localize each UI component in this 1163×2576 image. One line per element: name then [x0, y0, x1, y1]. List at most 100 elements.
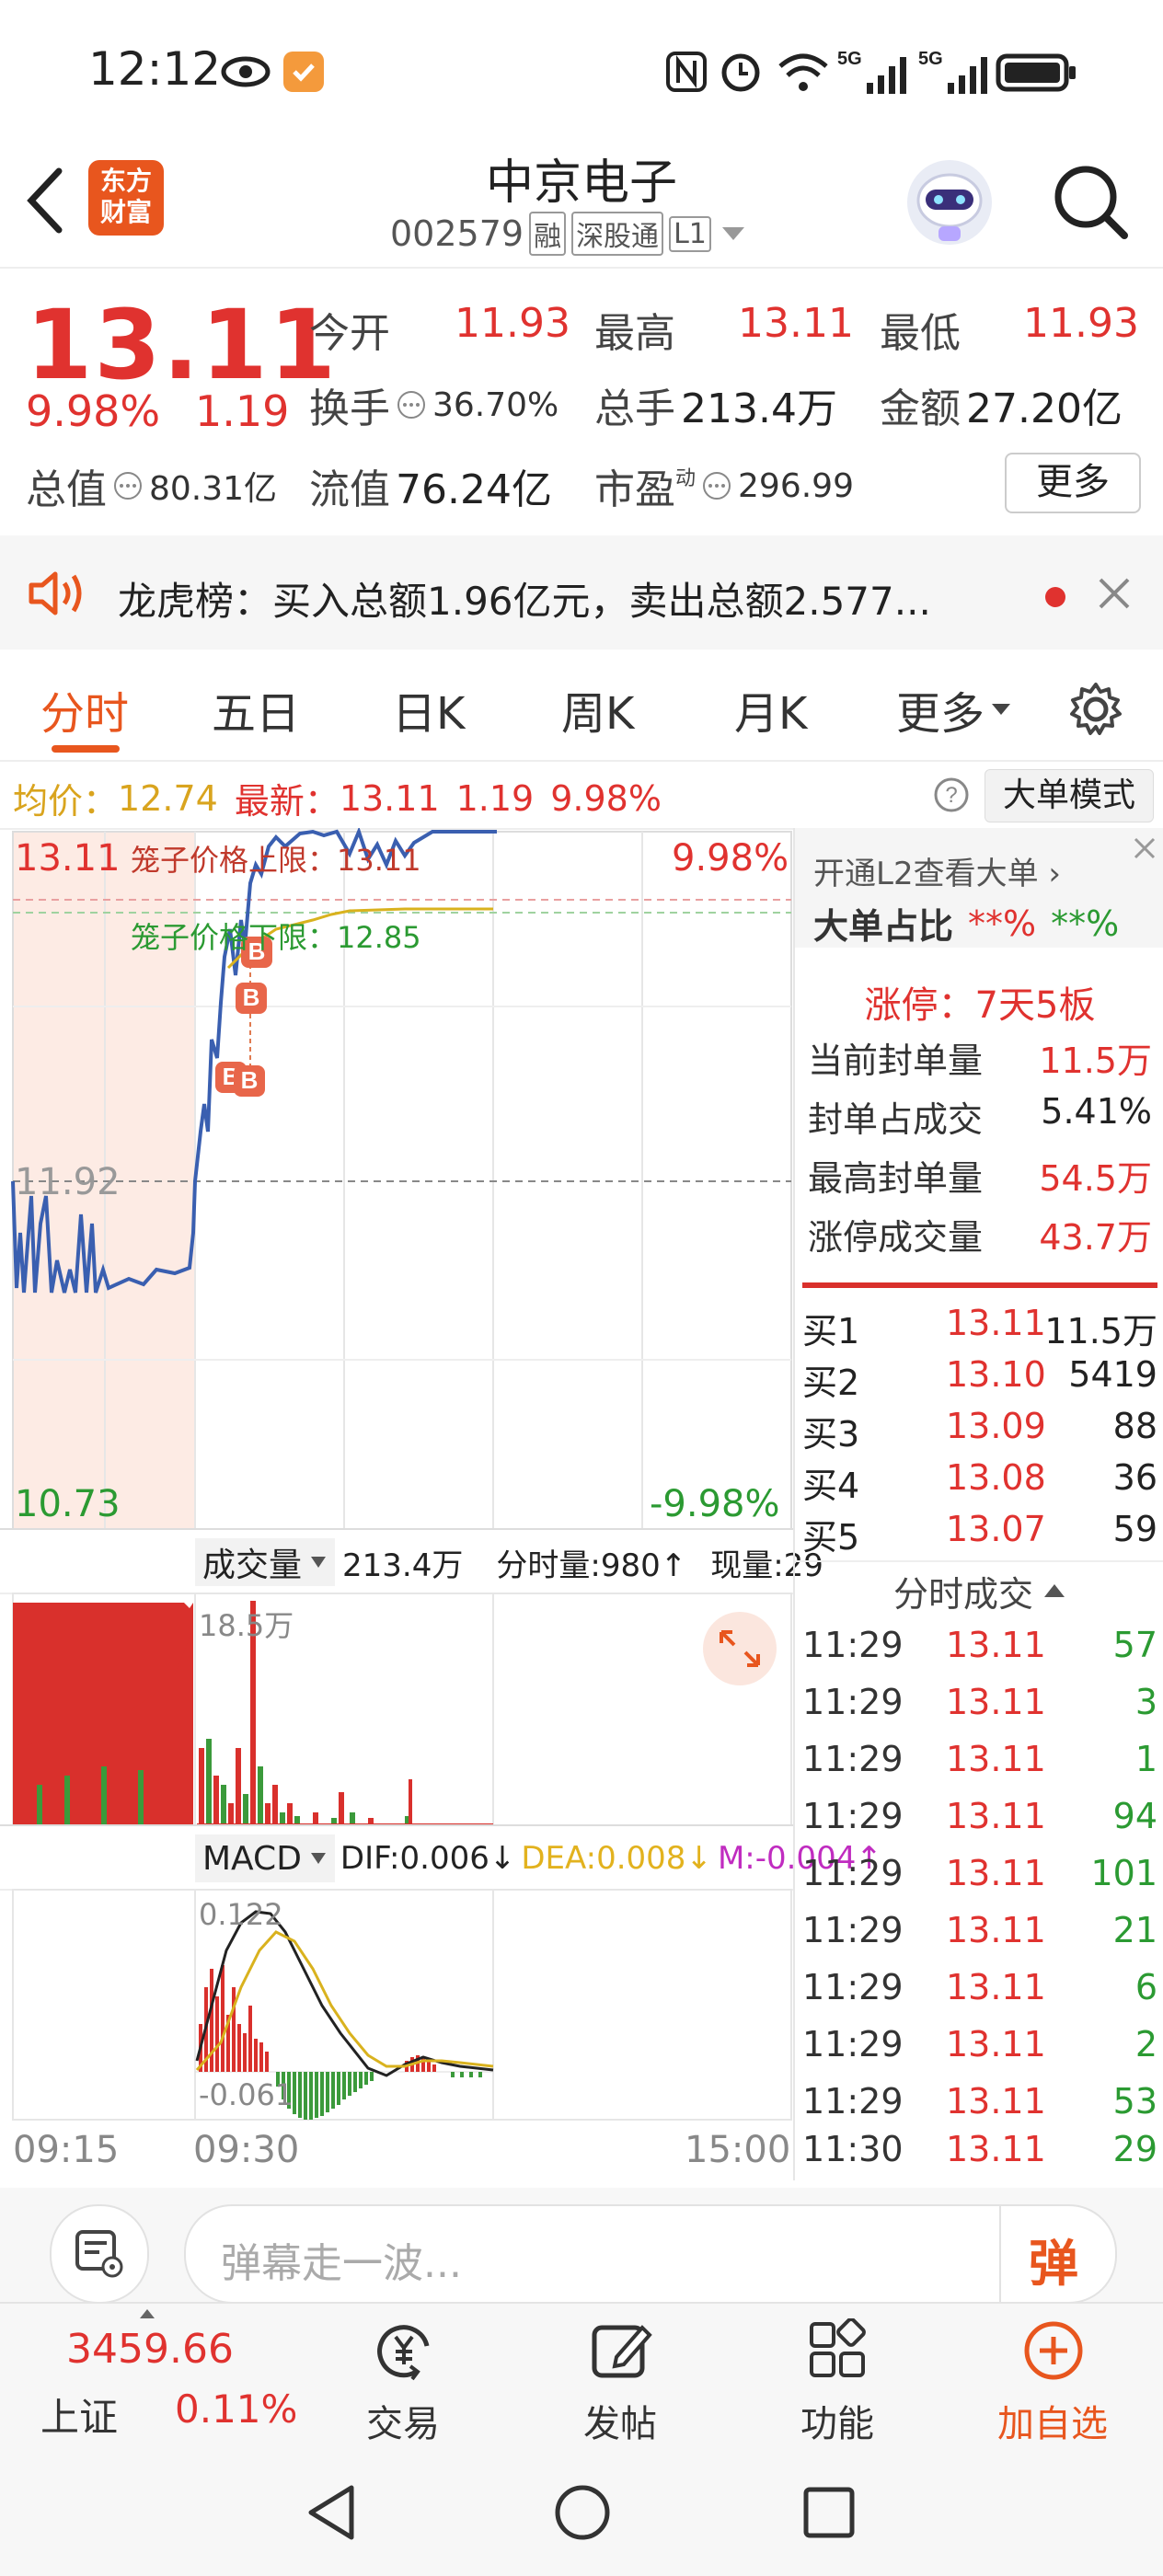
- trade-row: 11:29 13.11 94: [795, 1796, 1163, 1851]
- prev-close-label: 11.92: [15, 1161, 121, 1203]
- l2-link[interactable]: 开通L2查看大单 ›: [813, 848, 1061, 893]
- nav-post[interactable]: 发帖: [528, 2304, 712, 2451]
- tab-more-label: 更多: [896, 688, 985, 740]
- turnover-label: 换手: [309, 385, 390, 432]
- tab-five-day[interactable]: 五日: [212, 677, 300, 742]
- trade-time: 11:29: [802, 1625, 904, 1665]
- nav-trade[interactable]: 交易: [311, 2304, 495, 2451]
- volume-indicator-selector[interactable]: 成交量: [195, 1538, 336, 1586]
- bid-row[interactable]: 买3 13.09 88: [795, 1406, 1163, 1457]
- price-bottom-label: 10.73: [15, 1483, 121, 1525]
- search-icon[interactable]: [1049, 160, 1132, 243]
- stat-value: 11.5万: [1039, 1041, 1152, 1081]
- tab-monthly-k[interactable]: 月K: [734, 677, 807, 742]
- stock-code: 002579: [390, 213, 524, 254]
- pe-row: 市盈 动 296.99: [594, 456, 854, 515]
- danmu-send-button[interactable]: 弹: [1029, 2223, 1078, 2295]
- signal-5g-icon: 5G: [837, 49, 906, 94]
- trade-row: 11:29 13.11 57: [795, 1625, 1163, 1680]
- macd-indicator-selector[interactable]: MACD: [195, 1834, 335, 1882]
- help-icon[interactable]: ?: [933, 776, 970, 813]
- status-bar: 12:12 5G 5G: [0, 0, 1163, 138]
- index-percent: 0.11%: [175, 2386, 298, 2432]
- bid-price: 13.11: [946, 1303, 1046, 1343]
- bid-label: 买4: [802, 1466, 860, 1506]
- bid-row[interactable]: 买4 13.08 36: [795, 1457, 1163, 1509]
- tick-volume: 分时量:980↑: [496, 1547, 687, 1584]
- tab-daily-k[interactable]: 日K: [392, 677, 465, 742]
- tab-more[interactable]: 更多: [896, 677, 1012, 742]
- volume-value: 213.4万: [681, 385, 837, 432]
- news-text[interactable]: 龙虎榜：买入总额1.96亿元，卖出总额2.577...: [118, 570, 931, 627]
- caret-down-icon: [310, 1853, 326, 1864]
- caret-up-icon: [1044, 1584, 1065, 1597]
- trade-volume: 3: [1134, 1682, 1157, 1722]
- tab-weekly-k[interactable]: 周K: [561, 677, 634, 742]
- info-dots-icon[interactable]: [112, 470, 144, 501]
- nav-trade-label: 交易: [366, 2403, 440, 2445]
- trade-time: 11:29: [802, 1853, 904, 1893]
- big-order-mode-button[interactable]: 大单模式: [985, 769, 1154, 822]
- trade-price: 13.11: [946, 2129, 1046, 2169]
- svg-text:B: B: [241, 1066, 259, 1094]
- trade-row: 11:29 13.11 2: [795, 2024, 1163, 2079]
- index-ticker[interactable]: 3459.66 上证 0.11%: [0, 2304, 304, 2451]
- open-value: 11.93: [455, 300, 570, 347]
- trade-price: 13.11: [946, 2081, 1046, 2122]
- danmu-settings-button[interactable]: [50, 2204, 149, 2304]
- chart-tabs: 分时 五日 日K 周K 月K 更多: [0, 650, 1163, 762]
- macd-bottom-label: -0.061: [199, 2077, 294, 2112]
- trades-header[interactable]: 分时成交: [795, 1560, 1163, 1619]
- close-icon[interactable]: [1097, 576, 1132, 611]
- danmu-input[interactable]: 弹幕走一波... 弹: [184, 2204, 1117, 2304]
- dropdown-triangle-icon[interactable]: [720, 224, 746, 243]
- trade-row: 11:29 13.11 101: [795, 1853, 1163, 1908]
- bid-price: 13.07: [946, 1509, 1046, 1549]
- more-button[interactable]: 更多: [1005, 453, 1141, 513]
- settings-gear-icon[interactable]: [1067, 681, 1124, 738]
- trade-price: 13.11: [946, 2024, 1046, 2064]
- bid-row[interactable]: 买1 13.11 11.5万: [795, 1303, 1163, 1354]
- stat-row: 最高封单量 54.5万: [795, 1150, 1163, 1207]
- info-dots-icon[interactable]: [701, 470, 732, 501]
- mktcap-value: 80.31亿: [149, 470, 278, 508]
- bid-label: 买1: [802, 1311, 860, 1351]
- cage-upper-label: 笼子价格上限：13.11: [131, 843, 421, 878]
- bid-row[interactable]: 买2 13.10 5419: [795, 1354, 1163, 1406]
- trade-time: 11:29: [802, 2081, 904, 2122]
- nav-recents-icon[interactable]: [800, 2484, 858, 2541]
- expand-icon: [703, 1612, 777, 1685]
- amount-value: 27.20亿: [966, 385, 1123, 432]
- bid-label: 买3: [802, 1414, 860, 1455]
- pe-label: 市盈: [594, 466, 675, 513]
- turnover-value: 36.70%: [432, 385, 559, 424]
- trade-time: 11:29: [802, 1682, 904, 1722]
- nav-features-label: 功能: [800, 2403, 874, 2445]
- high-value: 13.11: [738, 300, 854, 347]
- nav-home-icon[interactable]: [552, 2482, 613, 2543]
- pe-superscript: 动: [675, 467, 697, 490]
- bid-volume: 5419: [1068, 1354, 1157, 1395]
- nav-add-watchlist[interactable]: 加自选: [961, 2304, 1145, 2451]
- info-dots-icon[interactable]: [396, 389, 427, 420]
- svg-text:5G: 5G: [918, 49, 943, 69]
- change-percent: 9.98%: [26, 386, 161, 436]
- macd-panel-frame: [12, 1889, 792, 2121]
- amount-row: 金额 27.20亿: [880, 375, 1123, 434]
- tab-intraday[interactable]: 分时: [40, 677, 129, 742]
- bid-row[interactable]: 买5 13.07 59: [795, 1509, 1163, 1560]
- float-label: 流值: [309, 466, 390, 513]
- connect-tag: 深股通: [571, 212, 664, 256]
- macd-dif-line: [195, 1910, 494, 2077]
- order-side-panel: 开通L2查看大单 › 大单占比 **% **% 涨停：7天5板 当前封单量 11.…: [793, 828, 1163, 2180]
- close-icon[interactable]: [1128, 832, 1161, 865]
- stat-label: 当前封单量: [808, 1041, 984, 1081]
- robot-assistant-icon[interactable]: [904, 156, 996, 248]
- latest-label: 最新：: [234, 781, 340, 822]
- nav-features[interactable]: 功能: [745, 2304, 929, 2451]
- news-bar[interactable]: 龙虎榜：买入总额1.96亿元，卖出总额2.577...: [0, 535, 1163, 650]
- chart-info-bar: 均价： 12.74 最新： 13.11 1.19 9.98% ? 大单模式: [0, 762, 1163, 830]
- svg-text:?: ?: [945, 783, 957, 808]
- index-value: 3459.66: [66, 2326, 234, 2373]
- nav-back-icon[interactable]: [304, 2482, 361, 2543]
